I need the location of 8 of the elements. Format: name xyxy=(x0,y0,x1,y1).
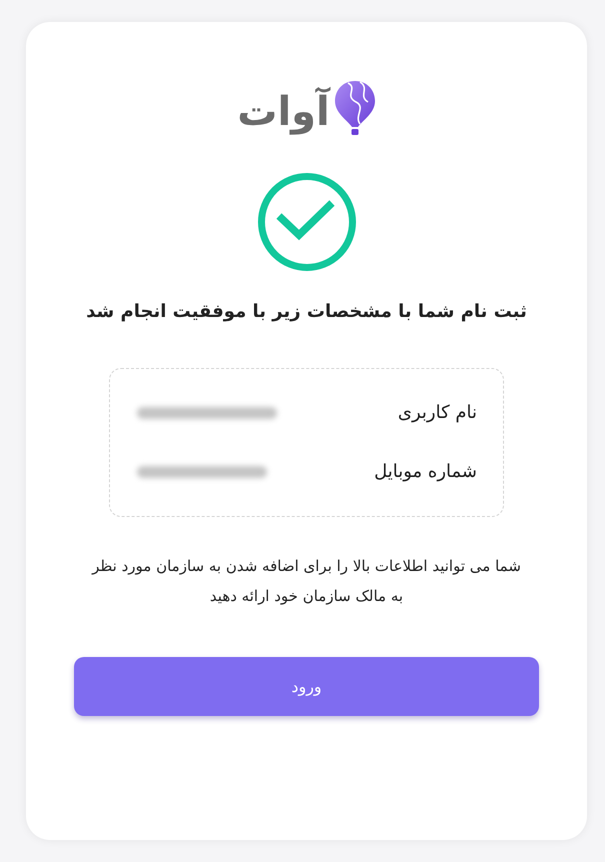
detail-label: شماره موبایل xyxy=(374,460,477,484)
logo-wordmark: آوات xyxy=(237,88,330,136)
success-title: ثبت نام شما با مشخصات زیر با موفقیت انجام شد xyxy=(86,300,527,324)
balloon-logo-icon xyxy=(334,80,376,136)
info-paragraph: شما می توانید اطلاعات بالا را برای اضافه شدن به سازمان مورد نظر به مالک سازمان خود ارائه دهید xyxy=(90,556,522,607)
detail-label: نام کاربری xyxy=(398,401,477,426)
success-check-icon xyxy=(256,172,356,272)
login-button[interactable]: ورود xyxy=(74,657,539,716)
